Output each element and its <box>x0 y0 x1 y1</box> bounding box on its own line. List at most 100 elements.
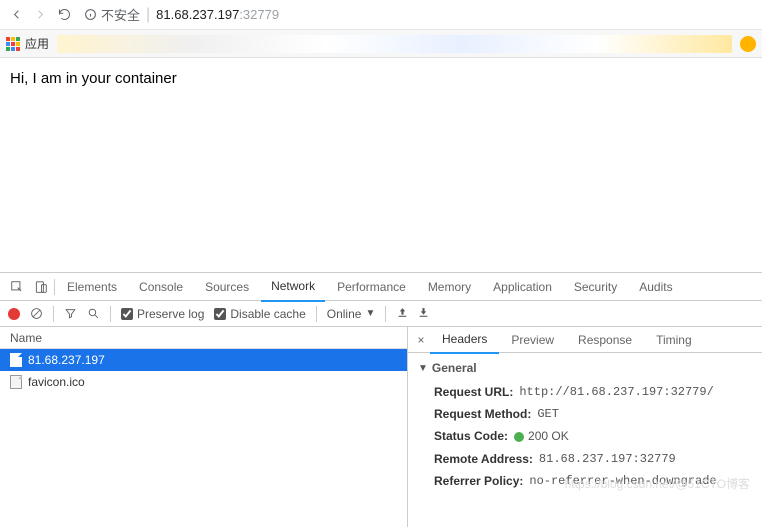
detail-body: ▼ General Request URL: http://81.68.237.… <box>408 353 762 500</box>
back-button[interactable] <box>4 7 28 22</box>
tab-memory[interactable]: Memory <box>418 273 481 301</box>
kv-remote-address: Remote Address: 81.68.237.197:32779 <box>418 448 752 470</box>
disable-cache-label: Disable cache <box>230 307 305 321</box>
detail-tabs: × Headers Preview Response Timing <box>408 327 762 353</box>
tab-network[interactable]: Network <box>261 272 325 302</box>
tab-console[interactable]: Console <box>129 273 193 301</box>
request-url-key: Request URL: <box>434 385 513 399</box>
upload-icon <box>396 306 409 319</box>
preserve-log-label: Preserve log <box>137 307 204 321</box>
forward-button[interactable] <box>28 7 52 22</box>
divider <box>385 306 386 322</box>
record-button[interactable] <box>8 308 20 320</box>
security-status: 不安全 <box>84 5 140 24</box>
url-box[interactable]: 不安全 | 81.68.237.197:32779 <box>76 4 758 26</box>
kv-status-code: Status Code: 200 OK <box>418 425 752 448</box>
disable-cache-checkbox[interactable]: Disable cache <box>214 307 305 321</box>
device-icon <box>34 280 48 294</box>
upload-button[interactable] <box>396 306 409 322</box>
download-button[interactable] <box>417 306 430 322</box>
kv-request-url: Request URL: http://81.68.237.197:32779/ <box>418 381 752 403</box>
request-method-key: Request Method: <box>434 407 531 421</box>
referrer-policy-value: no-referrer-when-downgrade <box>529 474 716 488</box>
tab-preview[interactable]: Preview <box>499 327 566 353</box>
apps-icon <box>6 37 20 51</box>
page-content: Hi, I am in your container <box>0 58 762 272</box>
info-icon <box>84 8 97 21</box>
request-detail-panel: × Headers Preview Response Timing ▼ Gene… <box>408 327 762 527</box>
arrow-right-icon <box>33 7 48 22</box>
url-port: :32779 <box>239 7 279 22</box>
general-section-header[interactable]: ▼ General <box>418 361 752 375</box>
divider <box>54 279 55 295</box>
status-code-key: Status Code: <box>434 429 508 444</box>
search-icon <box>87 307 100 320</box>
status-dot-icon <box>514 432 524 442</box>
request-row[interactable]: 81.68.237.197 <box>0 349 407 371</box>
tab-elements[interactable]: Elements <box>57 273 127 301</box>
tab-response[interactable]: Response <box>566 327 644 353</box>
apps-button[interactable]: 应用 <box>6 35 49 52</box>
device-toggle-button[interactable] <box>30 280 52 294</box>
remote-address-value: 81.68.237.197:32779 <box>539 452 676 466</box>
inspect-button[interactable] <box>6 280 28 294</box>
status-code-value: 200 OK <box>514 429 569 444</box>
clear-icon <box>30 307 43 320</box>
preserve-log-checkbox[interactable]: Preserve log <box>121 307 204 321</box>
inspect-icon <box>10 280 24 294</box>
import-export-buttons <box>396 306 430 322</box>
divider: | <box>146 6 150 24</box>
apps-label: 应用 <box>25 35 49 52</box>
devtools-panel: Elements Console Sources Network Perform… <box>0 272 762 527</box>
tab-security[interactable]: Security <box>564 273 627 301</box>
col-name: Name <box>10 331 42 345</box>
filter-button[interactable] <box>64 307 77 320</box>
devtools-tabs: Elements Console Sources Network Perform… <box>0 273 762 301</box>
bookmarks-blurred <box>57 35 732 53</box>
arrow-left-icon <box>9 7 24 22</box>
page-body-text: Hi, I am in your container <box>10 70 177 87</box>
devtools-body: Name 81.68.237.197 favicon.ico × Headers… <box>0 327 762 527</box>
url-text: 81.68.237.197:32779 <box>156 7 279 22</box>
tab-headers[interactable]: Headers <box>430 326 499 354</box>
bookmarks-bar: 应用 <box>0 30 762 58</box>
tab-timing[interactable]: Timing <box>644 327 704 353</box>
tab-audits[interactable]: Audits <box>629 273 682 301</box>
request-list-panel: Name 81.68.237.197 favicon.ico <box>0 327 408 527</box>
reload-icon <box>57 7 72 22</box>
request-row[interactable]: favicon.ico <box>0 371 407 393</box>
throttle-label: Online <box>327 307 362 321</box>
kv-referrer-policy: Referrer Policy: no-referrer-when-downgr… <box>418 470 752 492</box>
browser-address-bar: 不安全 | 81.68.237.197:32779 <box>0 0 762 30</box>
network-toolbar: Preserve log Disable cache Online ▼ <box>0 301 762 327</box>
triangle-down-icon: ▼ <box>418 363 428 374</box>
document-icon <box>10 353 22 367</box>
throttle-select[interactable]: Online ▼ <box>327 307 376 321</box>
request-list-header: Name <box>0 327 407 349</box>
remote-address-key: Remote Address: <box>434 452 533 466</box>
referrer-policy-key: Referrer Policy: <box>434 474 523 488</box>
preserve-log-input[interactable] <box>121 308 133 320</box>
request-name: 81.68.237.197 <box>28 353 105 367</box>
divider <box>316 306 317 322</box>
divider <box>53 306 54 322</box>
tab-sources[interactable]: Sources <box>195 273 259 301</box>
reload-button[interactable] <box>52 7 76 22</box>
tab-performance[interactable]: Performance <box>327 273 416 301</box>
disable-cache-input[interactable] <box>214 308 226 320</box>
request-name: favicon.ico <box>28 375 85 389</box>
request-method-value: GET <box>537 407 559 421</box>
request-url-value: http://81.68.237.197:32779/ <box>519 385 713 399</box>
download-icon <box>417 306 430 319</box>
chevron-down-icon: ▼ <box>365 308 375 319</box>
url-host: 81.68.237.197 <box>156 7 239 22</box>
tab-application[interactable]: Application <box>483 273 562 301</box>
search-button[interactable] <box>87 307 100 320</box>
divider <box>110 306 111 322</box>
extension-icon[interactable] <box>740 36 756 52</box>
clear-button[interactable] <box>30 307 43 320</box>
general-heading: General <box>432 361 477 375</box>
close-detail-button[interactable]: × <box>412 333 430 347</box>
funnel-icon <box>64 307 77 320</box>
security-label: 不安全 <box>101 5 140 24</box>
